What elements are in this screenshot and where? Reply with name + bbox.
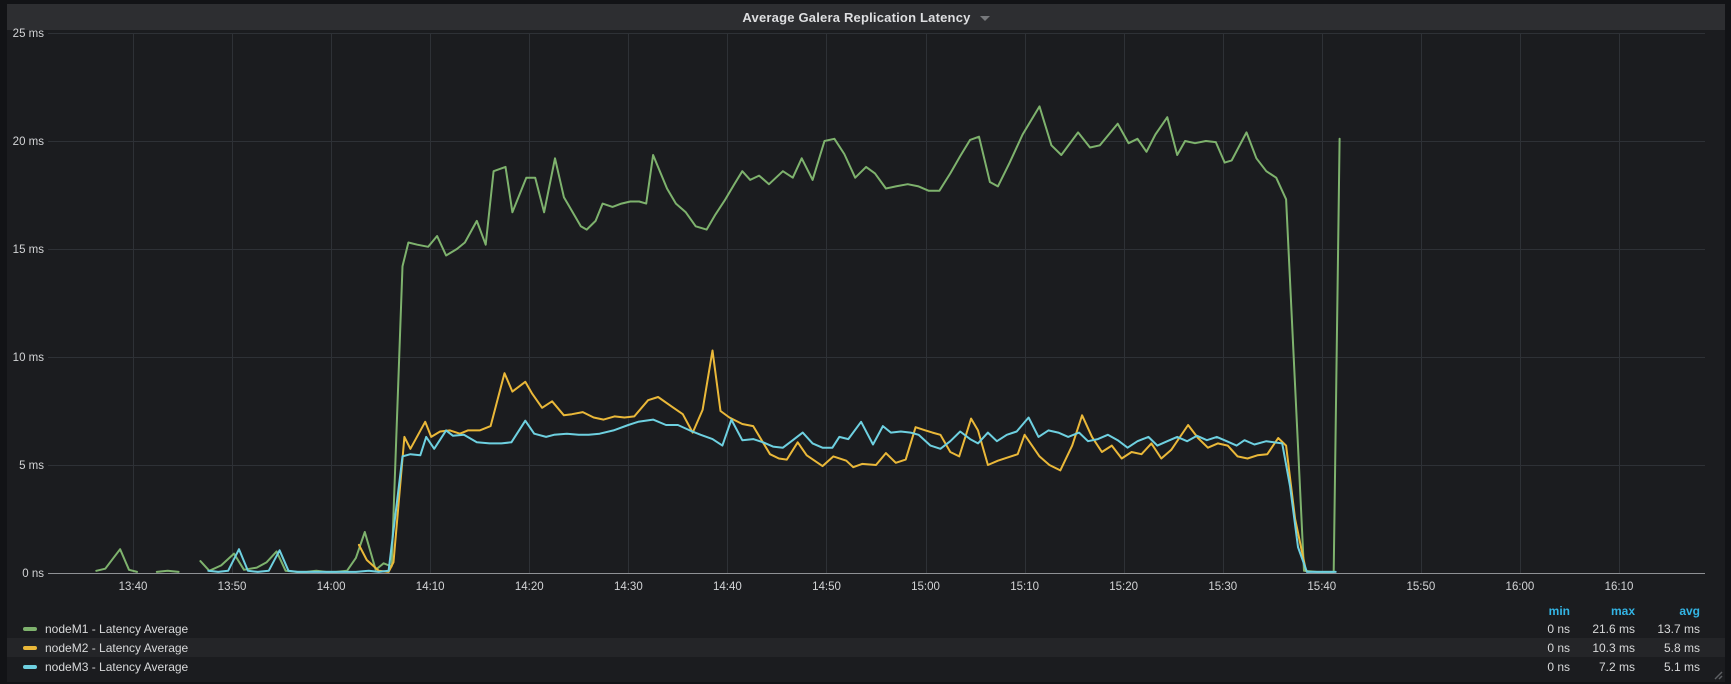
x-tick-label: 15:30 — [1208, 581, 1237, 593]
legend-min-value: 0 ns — [1505, 660, 1570, 674]
legend-max-value: 21.6 ms — [1570, 622, 1635, 636]
series-line-nodeM3[interactable] — [208, 418, 1335, 572]
legend-column-avg[interactable]: avg — [1635, 604, 1700, 618]
series-color-swatch[interactable] — [23, 627, 37, 631]
x-tick-label: 14:40 — [713, 581, 742, 593]
legend-series-label[interactable]: nodeM3 - Latency Average — [45, 660, 188, 674]
series-color-swatch[interactable] — [23, 646, 37, 650]
x-tick-label: 13:50 — [218, 581, 247, 593]
legend: min max avg nodeM1 - Latency Average 0 n… — [7, 602, 1725, 676]
x-tick-label: 15:10 — [1010, 581, 1039, 593]
legend-min-value: 0 ns — [1505, 622, 1570, 636]
x-tick-label: 15:40 — [1307, 581, 1336, 593]
legend-max-value: 7.2 ms — [1570, 660, 1635, 674]
y-tick-label: 15 ms — [13, 244, 45, 256]
x-tick-label: 15:50 — [1406, 581, 1435, 593]
legend-column-max[interactable]: max — [1570, 604, 1635, 618]
grafana-page: { "panel": { "title": "Average Galera Re… — [0, 0, 1731, 684]
x-tick-label: 15:20 — [1109, 581, 1138, 593]
panel-resize-handle[interactable] — [1712, 669, 1723, 680]
x-tick-label: 14:50 — [812, 581, 841, 593]
x-tick-label: 14:10 — [416, 581, 445, 593]
x-tick-label: 14:20 — [515, 581, 544, 593]
grafana-panel: Average Galera Replication Latency 13:40… — [7, 4, 1725, 682]
legend-series-label[interactable]: nodeM1 - Latency Average — [45, 622, 188, 636]
legend-max-value: 10.3 ms — [1570, 641, 1635, 655]
x-tick-label: 16:00 — [1506, 581, 1535, 593]
x-tick-label: 14:00 — [317, 581, 346, 593]
grid-lines — [48, 33, 1705, 573]
legend-row-nodeM2[interactable]: nodeM2 - Latency Average 0 ns 10.3 ms 5.… — [7, 638, 1725, 657]
legend-avg-value: 13.7 ms — [1635, 622, 1700, 636]
legend-column-min[interactable]: min — [1505, 604, 1570, 618]
y-tick-label: 5 ms — [19, 460, 44, 472]
legend-series-label[interactable]: nodeM2 - Latency Average — [45, 641, 188, 655]
legend-row-nodeM3[interactable]: nodeM3 - Latency Average 0 ns 7.2 ms 5.1… — [7, 657, 1725, 676]
x-tick-label: 14:30 — [614, 581, 643, 593]
legend-header-row: min max avg — [7, 602, 1725, 619]
x-tick-label: 13:40 — [119, 581, 148, 593]
legend-avg-value: 5.8 ms — [1635, 641, 1700, 655]
series-line-nodeM2[interactable] — [359, 351, 1306, 572]
x-tick-label: 16:10 — [1605, 581, 1634, 593]
legend-avg-value: 5.1 ms — [1635, 660, 1700, 674]
axis-tick-labels: 13:40 13:50 14:00 14:10 14:20 14:30 14:40 14:50… — [13, 28, 1634, 593]
series-color-swatch[interactable] — [23, 665, 37, 669]
y-tick-label: 0 ns — [22, 568, 44, 580]
legend-min-value: 0 ns — [1505, 641, 1570, 655]
y-tick-label: 25 ms — [13, 28, 45, 40]
legend-row-nodeM1[interactable]: nodeM1 - Latency Average 0 ns 21.6 ms 13… — [7, 619, 1725, 638]
x-tick-label: 15:00 — [911, 581, 940, 593]
chart-canvas[interactable]: 13:40 13:50 14:00 14:10 14:20 14:30 14:40 14:50… — [7, 4, 1725, 682]
y-tick-label: 10 ms — [13, 352, 45, 364]
series-line-nodeM1[interactable] — [96, 106, 1339, 572]
y-tick-label: 20 ms — [13, 136, 45, 148]
